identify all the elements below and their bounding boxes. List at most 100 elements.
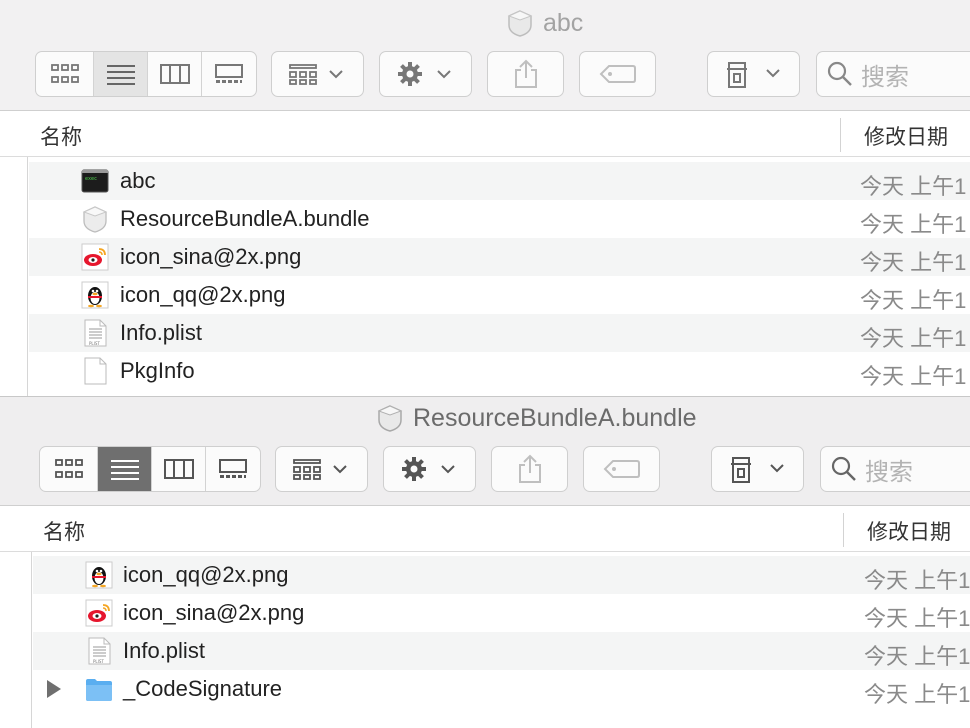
gear-icon — [397, 62, 451, 86]
list-item[interactable]: icon_qq@2x.png 今天 上午1 — [33, 556, 970, 594]
list-item[interactable]: icon_qq@2x.png 今天 上午1 — [29, 276, 970, 314]
file-list: exec abc 今天 上午1 ResourceBundleA.bundle 今… — [29, 162, 970, 390]
bundle-icon — [82, 206, 108, 233]
file-name: _CodeSignature — [123, 676, 283, 701]
date-column-header[interactable]: 修改日期 — [867, 516, 951, 546]
file-name: Info.plist — [120, 320, 202, 345]
share-button[interactable] — [491, 446, 568, 492]
name-column-header[interactable]: 名称 — [40, 121, 82, 151]
qq-penguin-icon — [81, 281, 109, 309]
column-view-button[interactable] — [152, 447, 206, 491]
column-divider[interactable] — [840, 118, 841, 152]
grid-icon — [54, 459, 83, 478]
terminal-exec-icon: exec — [81, 169, 109, 193]
device-icon — [730, 457, 784, 483]
svg-text:PLIST: PLIST — [89, 341, 100, 346]
gallery-view-button[interactable] — [206, 447, 260, 491]
list-icon — [110, 460, 139, 480]
list-item[interactable]: _CodeSignature 今天 上午1 — [33, 670, 970, 708]
icon-view-button[interactable] — [40, 447, 98, 491]
list-view-button[interactable] — [94, 52, 148, 96]
list-item[interactable]: icon_sina@2x.png 今天 上午1 — [33, 594, 970, 632]
plist-file-icon: PLIST — [88, 637, 111, 665]
gallery-view-button[interactable] — [202, 52, 256, 96]
gear-icon — [401, 457, 455, 481]
group-icon — [288, 64, 343, 85]
bundle-icon — [377, 405, 403, 432]
list-item[interactable]: ResourceBundleA.bundle 今天 上午1 — [29, 200, 970, 238]
tag-button[interactable] — [583, 446, 660, 492]
file-date: 今天 上午1 — [864, 606, 970, 631]
share-icon — [518, 454, 541, 483]
window-title-text: abc — [543, 8, 584, 37]
quick-look-dropdown[interactable] — [707, 51, 800, 97]
file-name: icon_sina@2x.png — [123, 600, 305, 625]
file-date: 今天 上午1 — [864, 644, 970, 669]
search-field[interactable]: 搜索 — [816, 51, 970, 97]
view-switcher — [35, 51, 257, 97]
file-list: icon_qq@2x.png 今天 上午1 icon_sina@2x.png 今… — [33, 556, 970, 708]
tag-icon — [599, 65, 636, 83]
list-item[interactable]: PLIST Info.plist 今天 上午1 — [29, 314, 970, 352]
list-item[interactable]: PkgInfo 今天 上午1 — [29, 352, 970, 390]
search-icon — [831, 456, 856, 481]
file-date: 今天 上午1 — [860, 326, 967, 351]
list-item[interactable]: icon_sina@2x.png 今天 上午1 — [29, 238, 970, 276]
tag-button[interactable] — [579, 51, 656, 97]
file-date: 今天 上午1 — [860, 212, 967, 237]
group-icon — [292, 459, 347, 480]
icon-view-button[interactable] — [36, 52, 94, 96]
finder-window-abc: abc 搜索 名称 修改日期 exec abc 今天 上午1 ResourceB… — [0, 0, 970, 396]
file-name: PkgInfo — [120, 358, 195, 383]
column-header: 名称 修改日期 — [0, 507, 970, 552]
file-date: 今天 上午1 — [860, 364, 967, 389]
file-name: icon_qq@2x.png — [123, 562, 289, 587]
file-name: icon_qq@2x.png — [120, 282, 286, 307]
list-view-button[interactable] — [98, 447, 152, 491]
column-divider[interactable] — [843, 513, 844, 547]
weibo-icon — [85, 599, 113, 627]
share-button[interactable] — [487, 51, 564, 97]
column-view-button[interactable] — [148, 52, 202, 96]
search-placeholder: 搜索 — [861, 63, 909, 91]
date-column-header[interactable]: 修改日期 — [864, 121, 948, 151]
name-column-header[interactable]: 名称 — [43, 516, 85, 546]
window-title-text: ResourceBundleA.bundle — [413, 403, 697, 432]
list-icon — [106, 65, 135, 85]
qq-penguin-icon — [85, 561, 113, 589]
file-name: Info.plist — [123, 638, 205, 663]
bundle-icon — [507, 10, 533, 37]
toolbar: ResourceBundleA.bundle 搜索 — [0, 396, 970, 506]
column-header: 名称 修改日期 — [0, 112, 970, 157]
columns-icon — [159, 64, 190, 84]
tag-icon — [603, 460, 640, 478]
finder-window-resourcebundle: ResourceBundleA.bundle 搜索 名称 修改日期 icon_q… — [0, 396, 970, 728]
svg-text:PLIST: PLIST — [93, 659, 104, 664]
action-menu-button[interactable] — [379, 51, 472, 97]
blank-file-icon — [84, 357, 107, 385]
list-item[interactable]: exec abc 今天 上午1 — [29, 162, 970, 200]
list-item[interactable]: PLIST Info.plist 今天 上午1 — [33, 632, 970, 670]
share-icon — [514, 59, 537, 88]
view-switcher — [39, 446, 261, 492]
search-placeholder: 搜索 — [865, 458, 913, 486]
weibo-icon — [81, 243, 109, 271]
file-name: ResourceBundleA.bundle — [120, 206, 370, 231]
quick-look-dropdown[interactable] — [711, 446, 804, 492]
group-by-button[interactable] — [271, 51, 364, 97]
folder-icon — [86, 679, 112, 701]
search-field[interactable]: 搜索 — [820, 446, 970, 492]
svg-text:exec: exec — [85, 176, 97, 182]
gallery-icon — [219, 459, 247, 478]
file-date: 今天 上午1 — [864, 682, 970, 707]
file-date: 今天 上午1 — [860, 288, 967, 313]
window-title: abc — [505, 8, 583, 38]
search-icon — [827, 61, 852, 86]
gallery-icon — [215, 64, 243, 83]
device-icon — [726, 62, 780, 88]
action-menu-button[interactable] — [383, 446, 476, 492]
group-by-button[interactable] — [275, 446, 368, 492]
disclosure-triangle-icon[interactable] — [47, 680, 61, 698]
file-name: abc — [120, 168, 156, 193]
file-date: 今天 上午1 — [864, 568, 970, 593]
